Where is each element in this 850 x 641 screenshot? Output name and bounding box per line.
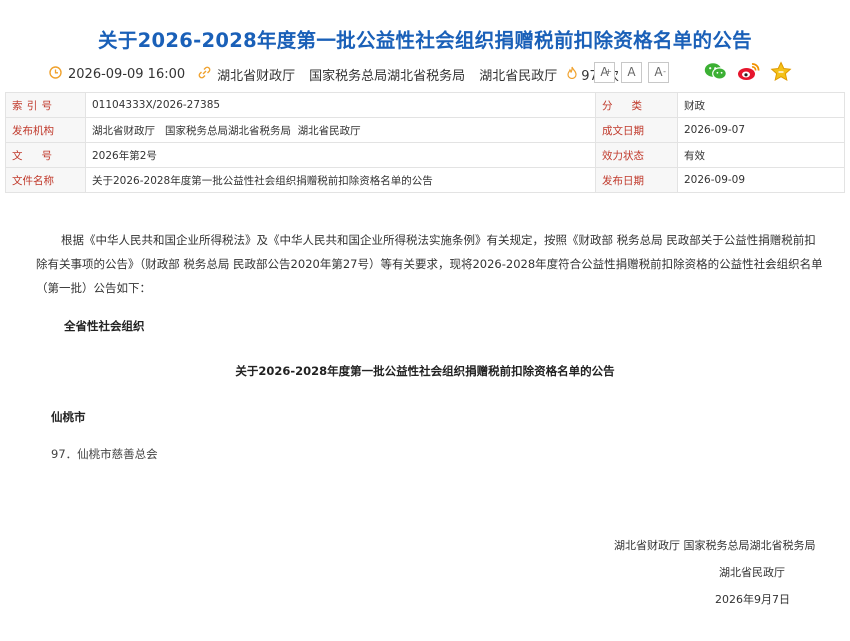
weibo-icon[interactable] xyxy=(737,62,760,85)
favorite-star-icon[interactable] xyxy=(770,61,792,86)
publish-datetime: 2026-09-09 16:00 xyxy=(68,66,186,82)
issuer-label: 发布机构 xyxy=(5,117,86,143)
filename-label: 文件名称 xyxy=(5,167,86,193)
signature-org-civil: 湖北省民政厅 xyxy=(719,566,785,579)
document-info-table: 索引号 01104333X/2026-27385 分类 财政 发布机构 湖北省财… xyxy=(5,92,845,193)
category-label: 分类 xyxy=(595,92,678,118)
font-small-button[interactable]: A- xyxy=(648,62,669,83)
page-title: 关于2026-2028年度第一批公益性社会组织捐赠税前扣除资格名单的公告 xyxy=(98,29,752,52)
source-org-3: 湖北省民政厅 xyxy=(479,68,558,84)
created-date-label: 成文日期 xyxy=(595,117,678,143)
created-date-value: 2026-09-07 xyxy=(677,117,845,143)
index-value: 01104333X/2026-27385 xyxy=(85,92,596,118)
table-row: 文件名称 关于2026-2028年度第一批公益性社会组织捐赠税前扣除资格名单的公… xyxy=(5,167,845,193)
font-large-button[interactable]: A + xyxy=(594,62,615,83)
share-bar xyxy=(704,61,802,86)
table-row: 文号 2026年第2号 效力状态 有效 xyxy=(5,142,845,168)
section-heading-city: 仙桃市 xyxy=(51,410,86,424)
index-label: 索引号 xyxy=(5,92,86,118)
published-date-label: 发布日期 xyxy=(595,167,678,193)
section-heading-provincial: 全省性社会组织 xyxy=(64,319,145,333)
section-title: 关于2026-2028年度第一批公益性社会组织捐赠税前扣除资格名单的公告 xyxy=(235,364,615,378)
body-paragraph: 根据《中华人民共和国企业所得税法》及《中华人民共和国企业所得税法实施条例》有关规… xyxy=(36,233,823,295)
signature-orgs: 湖北省财政厅 国家税务总局湖北省税务局 xyxy=(614,539,816,552)
font-size-controls: A + A A- xyxy=(594,62,675,83)
flame-icon xyxy=(565,66,579,82)
wechat-icon[interactable] xyxy=(704,62,727,85)
source-org-2: 国家税务总局湖北省税务局 xyxy=(309,68,466,84)
list-item: 97．仙桃市慈善总会 xyxy=(51,447,158,461)
published-date-value: 2026-09-09 xyxy=(677,167,845,193)
link-icon xyxy=(197,66,211,82)
issuer-value: 湖北省财政厅 国家税务总局湖北省税务局 湖北省民政厅 xyxy=(85,117,596,143)
status-value: 有效 xyxy=(677,142,845,168)
meta-bar: 2026-09-09 16:00 湖北省财政厅 国家税务总局湖北省税务局 湖北省… xyxy=(48,64,619,84)
doc-number-value: 2026年第2号 xyxy=(85,142,596,168)
table-row: 发布机构 湖北省财政厅 国家税务总局湖北省税务局 湖北省民政厅 成文日期 202… xyxy=(5,117,845,143)
font-medium-button[interactable]: A xyxy=(621,62,642,83)
category-value: 财政 xyxy=(677,92,845,118)
table-row: 索引号 01104333X/2026-27385 分类 财政 xyxy=(5,92,845,118)
clock-icon xyxy=(48,66,62,82)
doc-number-label: 文号 xyxy=(5,142,86,168)
source-org-1: 湖北省财政厅 xyxy=(217,68,296,84)
signature-date: 2026年9月7日 xyxy=(715,593,790,606)
status-label: 效力状态 xyxy=(595,142,678,168)
filename-value: 关于2026-2028年度第一批公益性社会组织捐赠税前扣除资格名单的公告 xyxy=(85,167,596,193)
